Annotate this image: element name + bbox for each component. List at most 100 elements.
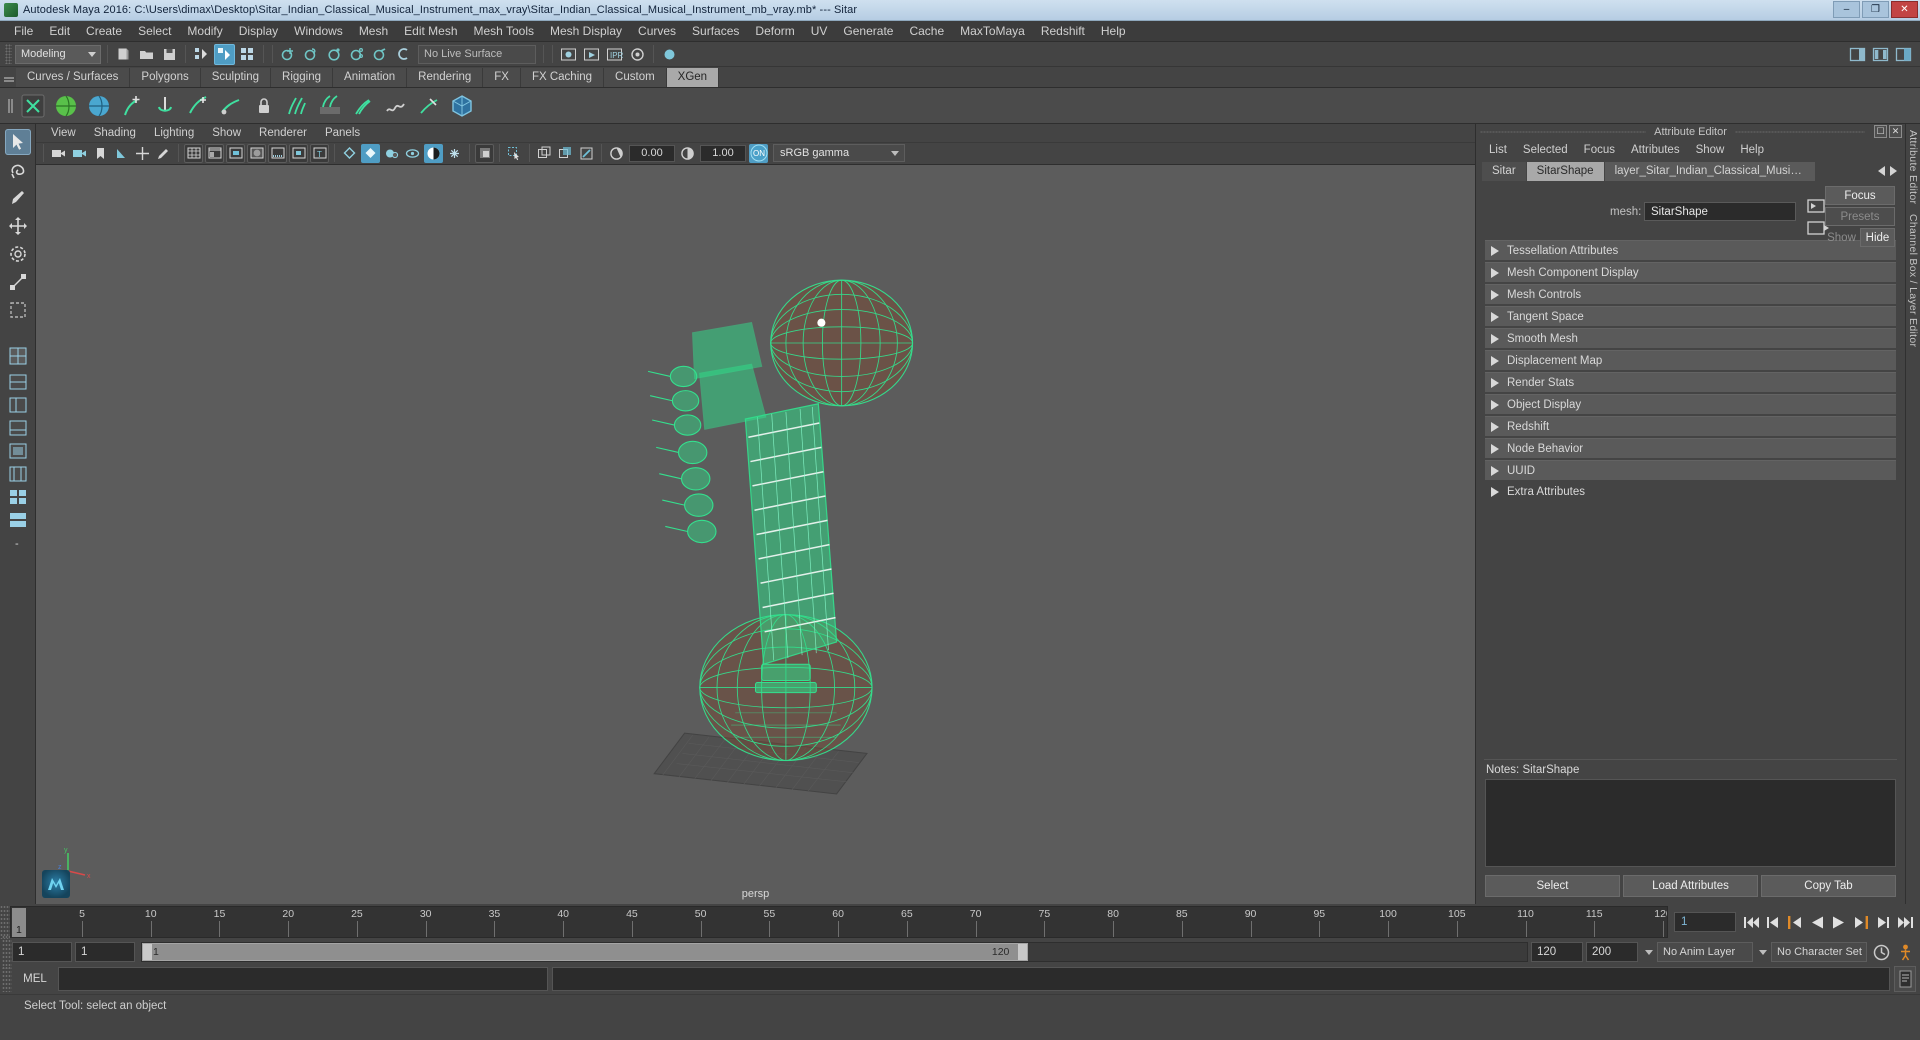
texture-display-icon[interactable]: T bbox=[310, 143, 329, 163]
range-fill[interactable]: 1 120 bbox=[142, 943, 1029, 961]
menu-mesh[interactable]: Mesh bbox=[351, 21, 396, 42]
quick-layout-persp-icon[interactable] bbox=[5, 371, 31, 392]
maximize-button[interactable]: ❐ bbox=[1862, 1, 1889, 18]
snap-to-point-icon[interactable] bbox=[324, 44, 345, 65]
current-frame-field[interactable]: 1 bbox=[1674, 912, 1736, 932]
section-node-behavior[interactable]: Node Behavior bbox=[1485, 438, 1896, 458]
chevron-right-icon[interactable] bbox=[1890, 166, 1897, 176]
snap-to-projected-center-icon[interactable] bbox=[347, 44, 368, 65]
ae-tab-display-layer[interactable]: layer_Sitar_Indian_Classical_Musical_Ins… bbox=[1604, 161, 1815, 181]
xgen-density-icon[interactable] bbox=[281, 90, 312, 121]
panel-undock-icon[interactable]: ☐ bbox=[1874, 125, 1887, 138]
ae-menu-help[interactable]: Help bbox=[1732, 140, 1772, 160]
xgen-generate-icon[interactable] bbox=[314, 90, 345, 121]
play-backwards-icon[interactable] bbox=[1808, 912, 1826, 932]
xgen-add-guide-icon[interactable] bbox=[116, 90, 147, 121]
viewport-menu-view[interactable]: View bbox=[42, 124, 85, 143]
command-output[interactable] bbox=[552, 967, 1890, 991]
section-tangent-space[interactable]: Tangent Space bbox=[1485, 306, 1896, 326]
multisample-icon[interactable] bbox=[445, 144, 464, 163]
rail-channel-box-label[interactable]: Channel Box / Layer Editor bbox=[1907, 214, 1919, 347]
image-plane-icon[interactable] bbox=[112, 144, 131, 163]
color-management-toggle-icon[interactable]: ON bbox=[749, 143, 768, 163]
render-sequence-icon[interactable] bbox=[581, 44, 602, 65]
script-editor-icon[interactable] bbox=[1894, 966, 1916, 992]
menu-mesh-display[interactable]: Mesh Display bbox=[542, 21, 630, 42]
quick-layout-uv-icon[interactable] bbox=[5, 463, 31, 484]
menu-maxtomaya[interactable]: MaxToMaya bbox=[952, 21, 1033, 42]
menu-generate[interactable]: Generate bbox=[835, 21, 901, 42]
hypershade-icon[interactable] bbox=[659, 44, 680, 65]
copy-tab-button[interactable]: Copy Tab bbox=[1761, 875, 1896, 897]
menu-surfaces[interactable]: Surfaces bbox=[684, 21, 747, 42]
anim-layer-selector[interactable]: No Anim Layer bbox=[1657, 942, 1753, 962]
chevron-down-icon[interactable] bbox=[1645, 949, 1653, 955]
go-to-start-icon[interactable] bbox=[1742, 912, 1760, 932]
play-forwards-icon[interactable] bbox=[1830, 912, 1848, 932]
panel-close-icon[interactable]: ✕ bbox=[1889, 125, 1902, 138]
rail-attribute-editor-label[interactable]: Attribute Editor bbox=[1907, 130, 1919, 204]
range-handle-right[interactable] bbox=[1018, 944, 1028, 960]
show-button[interactable]: Show bbox=[1825, 228, 1858, 247]
select-by-object-type-icon[interactable] bbox=[214, 43, 235, 65]
viewport-menu-show[interactable]: Show bbox=[203, 124, 250, 143]
section-redshift[interactable]: Redshift bbox=[1485, 416, 1896, 436]
menu-file[interactable]: File bbox=[6, 21, 41, 42]
step-forward-frame-icon[interactable] bbox=[1852, 912, 1870, 932]
render-view-icon[interactable] bbox=[558, 44, 579, 65]
section-object-display[interactable]: Object Display bbox=[1485, 394, 1896, 414]
ipr-render-icon[interactable]: IPR bbox=[604, 44, 625, 65]
shelf-tab-fx-caching[interactable]: FX Caching bbox=[520, 68, 605, 87]
xray-mode-icon[interactable] bbox=[556, 144, 575, 163]
wireframe-shading-icon[interactable] bbox=[184, 143, 203, 163]
save-scene-icon[interactable] bbox=[159, 44, 180, 65]
sidebar-toggle-1-icon[interactable] bbox=[1847, 44, 1868, 65]
ae-menu-focus[interactable]: Focus bbox=[1576, 140, 1623, 160]
lighting-default-icon[interactable] bbox=[340, 144, 359, 163]
shelf-icon-grip[interactable] bbox=[2, 89, 16, 123]
shelf-tab-custom[interactable]: Custom bbox=[604, 68, 667, 87]
animation-preferences-icon[interactable] bbox=[1870, 941, 1892, 963]
menu-edit[interactable]: Edit bbox=[41, 21, 78, 42]
quick-layout-graph-icon[interactable] bbox=[5, 417, 31, 438]
exposure-field[interactable]: 0.00 bbox=[629, 144, 675, 162]
ae-tab-sitarshape[interactable]: SitarShape bbox=[1526, 161, 1604, 181]
menu-redshift[interactable]: Redshift bbox=[1033, 21, 1093, 42]
xgen-sphere-blue-icon[interactable] bbox=[83, 90, 114, 121]
time-slider[interactable]: 1 5 10 15 20 25 30 35 40 45 50 55 60 65 70 75 80 85 90 95 1… bbox=[10, 906, 1668, 938]
ae-menu-attributes[interactable]: Attributes bbox=[1623, 140, 1688, 160]
select-objects-marquee-icon[interactable] bbox=[505, 144, 524, 163]
close-button[interactable]: ✕ bbox=[1891, 1, 1918, 18]
shade-options-icon[interactable] bbox=[289, 143, 308, 163]
section-render-stats[interactable]: Render Stats bbox=[1485, 372, 1896, 392]
shadows-icon[interactable] bbox=[382, 144, 401, 163]
shelf-tab-xgen[interactable]: XGen bbox=[666, 68, 720, 87]
smooth-shade-selected-icon[interactable] bbox=[226, 143, 245, 163]
select-tool-icon[interactable] bbox=[4, 129, 31, 155]
quick-layout-outliner-icon[interactable] bbox=[5, 394, 31, 415]
xgen-sphere-green-icon[interactable] bbox=[50, 90, 81, 121]
range-slider-grip[interactable] bbox=[2, 935, 12, 969]
range-end-field[interactable]: 120 bbox=[1531, 942, 1583, 962]
section-extra-attributes[interactable]: Extra Attributes bbox=[1485, 482, 1896, 502]
shelf-tab-fx[interactable]: FX bbox=[483, 68, 521, 87]
shelf-tab-rendering[interactable]: Rendering bbox=[407, 68, 484, 87]
current-time-indicator[interactable]: 1 bbox=[12, 908, 26, 937]
xgen-preview-cube-icon[interactable] bbox=[446, 90, 477, 121]
shelf-tab-polygons[interactable]: Polygons bbox=[130, 68, 201, 87]
focus-button[interactable]: Focus bbox=[1825, 186, 1895, 205]
shelf-tab-animation[interactable]: Animation bbox=[333, 68, 408, 87]
menu-set-selector[interactable]: Modeling bbox=[15, 44, 101, 64]
chevron-left-icon[interactable] bbox=[1878, 166, 1885, 176]
ae-menu-list[interactable]: List bbox=[1481, 140, 1515, 160]
notes-textarea[interactable] bbox=[1485, 779, 1896, 867]
xray-joints-icon[interactable] bbox=[577, 144, 596, 163]
select-camera-icon[interactable] bbox=[49, 144, 68, 163]
animation-preferences-figure-icon[interactable] bbox=[1894, 941, 1916, 963]
color-profile-selector[interactable]: sRGB gamma bbox=[773, 144, 905, 163]
render-settings-icon[interactable] bbox=[627, 44, 648, 65]
gamma-field[interactable]: 1.00 bbox=[700, 144, 746, 162]
viewport-menu-shading[interactable]: Shading bbox=[85, 124, 145, 143]
shaded-textured-icon[interactable] bbox=[247, 143, 266, 163]
section-smooth-mesh[interactable]: Smooth Mesh bbox=[1485, 328, 1896, 348]
